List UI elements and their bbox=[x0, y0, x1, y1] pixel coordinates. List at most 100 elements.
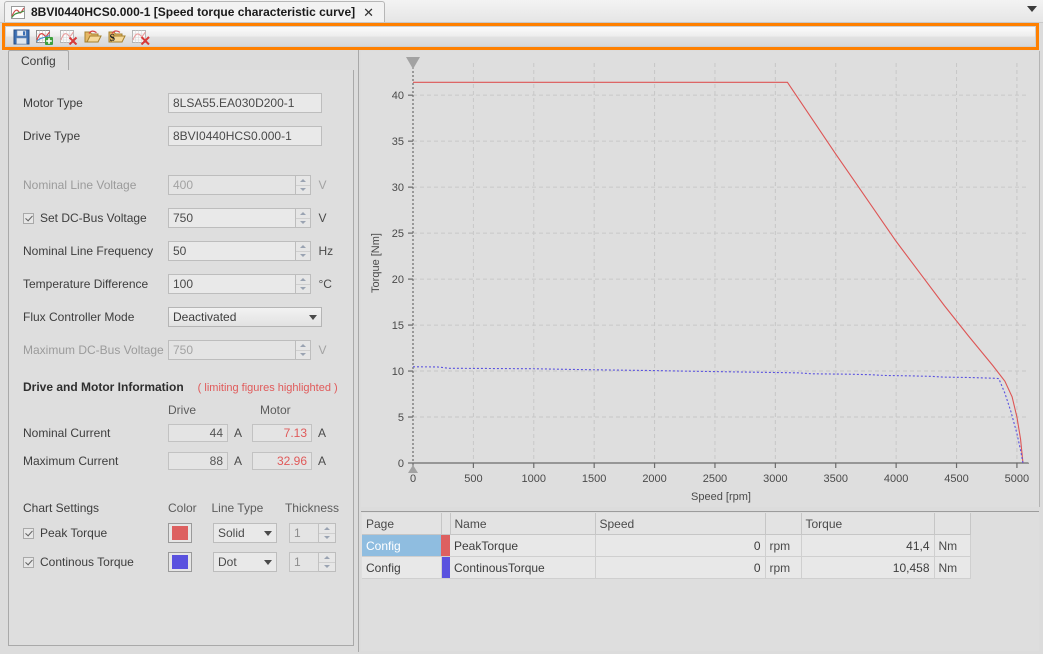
peak-torque-name: Peak Torque bbox=[23, 526, 168, 540]
chart-add-icon bbox=[36, 29, 53, 45]
col-header-color[interactable] bbox=[441, 513, 451, 535]
config-form: Motor Type 8LSA55.EA030D200-1 Drive Type… bbox=[9, 70, 353, 645]
continous-torque-checkbox[interactable] bbox=[23, 556, 34, 568]
toolbar-highlight-frame: S bbox=[2, 23, 1039, 50]
chevron-down-icon bbox=[264, 530, 272, 536]
set-dc-bus-voltage-unit: V bbox=[318, 211, 327, 225]
title-bar: 8BVI0440HCS0.000-1 [Speed torque charact… bbox=[0, 0, 1043, 23]
peak-torque-linetype-cell: Solid bbox=[213, 523, 289, 543]
nominal-line-frequency-input[interactable]: 50 bbox=[168, 241, 296, 261]
chart-delete-icon bbox=[60, 29, 78, 45]
tab-config-label: Config bbox=[21, 54, 56, 68]
nominal-current-drive-unit: A bbox=[234, 426, 243, 440]
set-dc-bus-voltage-checkbox[interactable] bbox=[23, 212, 34, 224]
col-header-name[interactable]: Name bbox=[450, 513, 596, 535]
form-row-nominal-line-frequency: Nominal Line Frequency 50 Hz bbox=[23, 240, 339, 262]
maximum-dc-bus-voltage-input[interactable]: 750 bbox=[168, 340, 296, 360]
temperature-difference-stepper[interactable] bbox=[295, 274, 312, 294]
x-tick-label: 500 bbox=[464, 473, 482, 485]
row-page: Config bbox=[362, 556, 442, 579]
row-speed: 0 bbox=[595, 556, 766, 579]
col-header-speed-unit[interactable] bbox=[765, 513, 802, 535]
tab-config[interactable]: Config bbox=[8, 50, 69, 71]
set-dc-bus-voltage-checkbox-row: Set DC-Bus Voltage bbox=[23, 211, 168, 225]
y-tick-label: 30 bbox=[392, 182, 404, 194]
maximum-current-label: Maximum Current bbox=[23, 454, 119, 468]
row-torque: 41,4 bbox=[801, 534, 935, 557]
table-header-row: Page Name Speed Torque bbox=[362, 513, 971, 535]
drive-type-field[interactable]: 8BVI0440HCS0.000-1 bbox=[168, 126, 322, 146]
config-panel-body: Motor Type 8LSA55.EA030D200-1 Drive Type… bbox=[8, 70, 354, 646]
set-dc-bus-voltage-stepper[interactable] bbox=[295, 208, 312, 228]
chevron-down-icon bbox=[264, 559, 272, 565]
drive-motor-info-note: ( limiting figures highlighted ) bbox=[197, 382, 338, 394]
table-row[interactable]: Config PeakTorque 0 rpm 41,4 Nm bbox=[362, 534, 971, 557]
continous-torque-linetype-select[interactable]: Dot bbox=[213, 552, 277, 572]
nominal-line-voltage-label: Nominal Line Voltage bbox=[23, 178, 137, 192]
save-as-icon: S bbox=[108, 29, 126, 44]
info-col-motor: Motor bbox=[260, 403, 291, 417]
peak-torque-linetype-select[interactable]: Solid bbox=[213, 523, 277, 543]
chart-clear-icon bbox=[132, 29, 150, 45]
temperature-difference-label: Temperature Difference bbox=[23, 277, 149, 291]
speed-torque-chart[interactable]: 0 5 10 15 20 25 30 35 40 0 500 1000 1500 2000 2500 3000… bbox=[361, 51, 1040, 507]
flux-controller-mode-select[interactable]: Deactivated bbox=[168, 307, 322, 327]
row-name: ContinousTorque bbox=[450, 556, 596, 579]
peak-torque-thickness-input[interactable]: 1 bbox=[289, 523, 319, 543]
peak-torque-label: Peak Torque bbox=[40, 526, 108, 540]
x-tick-label: 4500 bbox=[944, 473, 968, 485]
row-speed-unit: rpm bbox=[765, 556, 802, 579]
nominal-line-voltage-stepper[interactable] bbox=[295, 175, 312, 195]
col-header-page[interactable]: Page bbox=[362, 513, 442, 535]
maximum-dc-bus-voltage-stepper[interactable] bbox=[295, 340, 312, 360]
close-icon[interactable]: ✕ bbox=[361, 6, 376, 19]
motor-type-field[interactable]: 8LSA55.EA030D200-1 bbox=[168, 93, 322, 113]
col-header-torque[interactable]: Torque bbox=[801, 513, 935, 535]
chevron-down-icon[interactable] bbox=[1027, 6, 1037, 12]
info-col-drive: Drive bbox=[168, 403, 197, 417]
col-header-torque-unit[interactable] bbox=[934, 513, 971, 535]
chart-settings-title: Chart Settings bbox=[23, 501, 100, 515]
form-row-flux-controller-mode: Flux Controller Mode Deactivated bbox=[23, 306, 339, 328]
add-curve-button[interactable] bbox=[35, 27, 55, 46]
form-row-motor-type: Motor Type 8LSA55.EA030D200-1 bbox=[23, 92, 339, 114]
curve-data-table: Page Name Speed Torque Config PeakTorque bbox=[362, 513, 971, 579]
set-dc-bus-voltage-label: Set DC-Bus Voltage bbox=[40, 211, 147, 225]
maximum-dc-bus-voltage-label: Maximum DC-Bus Voltage bbox=[23, 343, 164, 357]
delete-curve-button[interactable] bbox=[59, 27, 79, 46]
clear-chart-button[interactable] bbox=[131, 27, 151, 46]
continous-torque-name: Continous Torque bbox=[23, 555, 168, 569]
save-button[interactable] bbox=[11, 27, 31, 46]
chart-settings-header: Chart Settings Color Line Type Thickness bbox=[23, 501, 339, 515]
chart-settings-col-color: Color bbox=[168, 501, 197, 515]
y-tick-label: 15 bbox=[392, 320, 404, 332]
chart-canvas[interactable]: 0 5 10 15 20 25 30 35 40 0 500 1000 1500 2000 2500 3000… bbox=[361, 51, 1039, 507]
save-as-button[interactable]: S bbox=[107, 27, 127, 46]
peak-torque-checkbox[interactable] bbox=[23, 527, 34, 539]
nominal-line-voltage-input[interactable]: 400 bbox=[168, 175, 296, 195]
temperature-difference-input[interactable]: 100 bbox=[168, 274, 296, 294]
peak-torque-color-button[interactable] bbox=[168, 523, 192, 543]
document-tab[interactable]: 8BVI0440HCS0.000-1 [Speed torque charact… bbox=[4, 1, 386, 22]
x-axis-label: Speed [rpm] bbox=[691, 491, 751, 503]
row-torque: 10,458 bbox=[801, 556, 935, 579]
info-column-headers: Drive Motor bbox=[23, 403, 339, 417]
continous-torque-color-button[interactable] bbox=[168, 552, 192, 572]
col-header-speed[interactable]: Speed bbox=[595, 513, 766, 535]
nominal-line-frequency-stepper[interactable] bbox=[295, 241, 312, 261]
y-tick-label: 35 bbox=[392, 136, 404, 148]
continous-torque-thickness-stepper[interactable] bbox=[319, 552, 336, 572]
document-tab-title: 8BVI0440HCS0.000-1 [Speed torque charact… bbox=[31, 5, 356, 19]
table-row[interactable]: Config ContinousTorque 0 rpm 10,458 Nm bbox=[362, 556, 971, 579]
set-dc-bus-voltage-input[interactable]: 750 bbox=[168, 208, 296, 228]
floppy-disk-icon bbox=[13, 29, 29, 44]
nominal-current-label: Nominal Current bbox=[23, 426, 111, 440]
maximum-current-motor-value: 32.96 bbox=[252, 452, 312, 470]
chevron-down-icon bbox=[309, 314, 317, 320]
color-swatch bbox=[172, 526, 188, 540]
row-speed: 0 bbox=[595, 534, 766, 557]
continous-torque-linetype-cell: Dot bbox=[213, 552, 289, 572]
peak-torque-thickness-stepper[interactable] bbox=[319, 523, 336, 543]
continous-torque-thickness-input[interactable]: 1 bbox=[289, 552, 319, 572]
open-button[interactable] bbox=[83, 27, 103, 46]
